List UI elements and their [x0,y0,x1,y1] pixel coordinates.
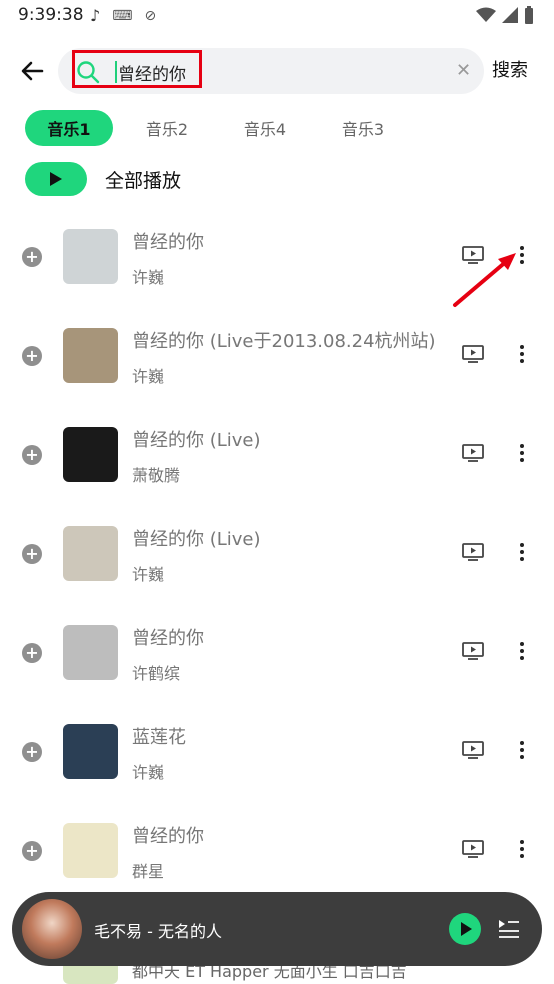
more-options-icon[interactable] [518,343,526,365]
album-cover [63,724,118,779]
song-title: 曾经的你 [132,826,204,847]
wifi-icon [476,7,496,22]
song-artist: 萧敬腾 [132,466,181,485]
song-row[interactable]: + 曾经的你 (Live) 萧敬腾 [0,404,554,503]
playlist-icon[interactable] [497,916,521,940]
add-icon[interactable]: + [22,841,42,861]
song-title: 曾经的你 (Live) [132,430,261,451]
add-icon[interactable]: + [22,247,42,267]
album-cover [63,328,118,383]
song-title: 曾经的你 [132,628,204,649]
search-bar: 曾经的你 ✕ 搜索 [0,44,554,96]
song-row[interactable]: + 曾经的你 许鹤缤 [0,602,554,701]
album-cover [63,823,118,878]
mv-play-icon[interactable] [462,840,484,858]
more-options-icon[interactable] [518,442,526,464]
play-all[interactable]: 全部播放 [25,162,181,196]
add-icon[interactable]: + [22,742,42,762]
clear-icon[interactable]: ✕ [456,60,471,81]
song-row[interactable]: + 曾经的你 (Live) 许巍 [0,503,554,602]
song-artist: 许巍 [132,367,165,386]
song-row[interactable]: + 蓝莲花 许巍 [0,701,554,800]
mini-player-cover[interactable] [22,899,82,959]
more-options-icon[interactable] [518,541,526,563]
search-highlight-box [72,50,202,88]
mv-play-icon[interactable] [462,444,484,462]
song-title: 曾经的你 (Live) [132,529,261,550]
album-cover [63,526,118,581]
keyboard-icon: ⌨ [112,7,133,24]
signal-icon [502,7,518,23]
song-title: 曾经的你 (Live于2013.08.24杭州站) [132,331,436,352]
more-options-icon[interactable] [518,838,526,860]
category-tabs: 音乐1 音乐2 音乐4 音乐3 [25,110,407,146]
back-arrow-icon[interactable] [18,57,46,85]
album-cover [63,229,118,284]
status-bar: 9:39:38 ♪ ⌨ ⊘ [0,0,554,32]
no-disturb-icon: ⊘ [144,7,157,24]
annotation-arrow-icon [453,253,516,307]
song-title: 蓝莲花 [132,727,186,748]
battery-icon [525,6,533,24]
song-row[interactable]: + 曾经的你 (Live于2013.08.24杭州站) 许巍 [0,305,554,404]
search-button[interactable]: 搜索 [492,56,528,82]
album-cover [63,427,118,482]
song-artist: 许鹤缤 [132,664,181,683]
song-title: 曾经的你 [132,232,204,253]
status-time: 9:39:38 [18,5,84,25]
song-artist: 许巍 [132,268,165,287]
add-icon[interactable]: + [22,643,42,663]
add-icon[interactable]: + [22,346,42,366]
tab-music4[interactable]: 音乐4 [221,110,309,146]
song-artist: 群星 [132,862,165,881]
mini-player-title: 毛不易 - 无名的人 [94,922,222,941]
add-icon[interactable]: + [22,544,42,564]
song-row[interactable]: + 曾经的你 群星 [0,800,554,899]
tab-music3[interactable]: 音乐3 [319,110,407,146]
mv-play-icon[interactable] [462,642,484,660]
tab-music1[interactable]: 音乐1 [25,110,113,146]
play-icon [50,172,62,186]
mv-play-icon[interactable] [462,543,484,561]
mini-player[interactable]: 毛不易 - 无名的人 [12,892,542,966]
add-icon[interactable]: + [22,445,42,465]
more-options-icon[interactable] [518,739,526,761]
play-icon [461,922,472,936]
music-note-icon: ♪ [90,6,101,25]
song-artist: 许巍 [132,565,165,584]
more-options-icon[interactable] [518,640,526,662]
tab-music2[interactable]: 音乐2 [123,110,211,146]
mv-play-icon[interactable] [462,345,484,363]
song-artist: 许巍 [132,763,165,782]
search-input[interactable]: 曾经的你 ✕ [58,48,484,94]
mv-play-icon[interactable] [462,741,484,759]
play-all-button[interactable] [25,162,87,196]
mini-play-button[interactable] [449,913,481,945]
play-all-label: 全部播放 [105,169,182,192]
album-cover [63,625,118,680]
